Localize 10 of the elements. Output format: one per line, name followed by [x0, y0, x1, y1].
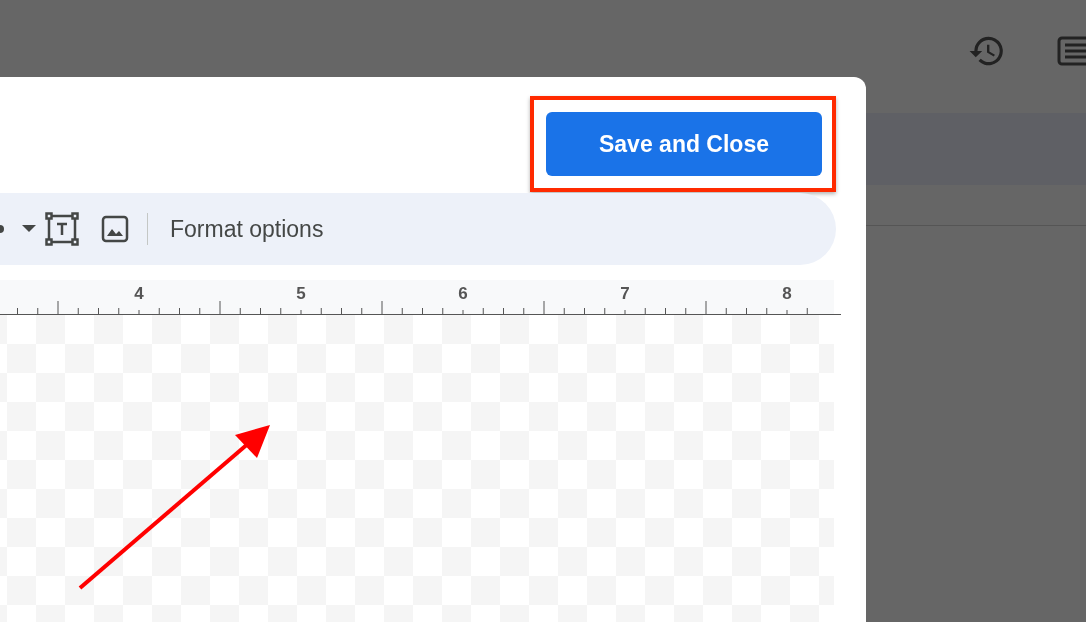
ruler-number: 7	[620, 284, 630, 304]
ruler-number: 5	[296, 284, 306, 304]
caret-icon[interactable]	[22, 225, 36, 233]
text-box-icon[interactable]	[45, 212, 79, 246]
ruler-number: 6	[458, 284, 468, 304]
image-icon[interactable]	[101, 215, 129, 243]
save-and-close-button[interactable]: Save and Close	[546, 112, 822, 176]
ruler-number: 8	[782, 284, 792, 304]
ruler-number: 4	[134, 284, 144, 304]
format-options-button[interactable]: Format options	[170, 215, 324, 243]
